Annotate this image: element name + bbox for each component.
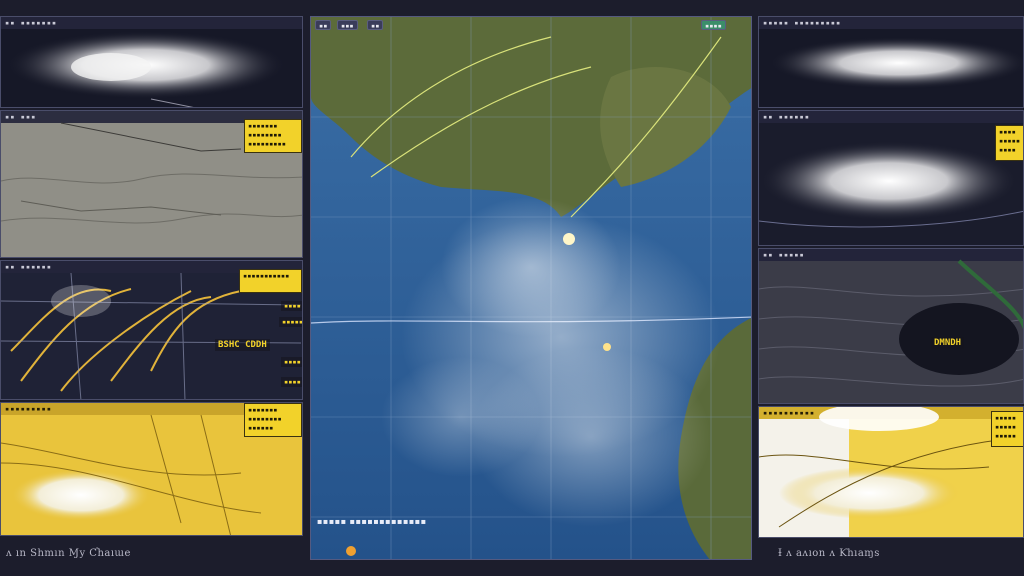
left-panel-yellow-cyclone[interactable]: ▪▪▪▪▪▪▪▪▪ ▪▪▪▪▪▪▪ ▪▪▪▪▪▪▪▪ ▪▪▪▪▪▪ xyxy=(0,402,303,536)
side-label-1: ▪▪▪▪ xyxy=(281,301,302,311)
alert-tag: ▪▪▪▪▪ ▪▪▪▪▪ ▪▪▪▪▪ xyxy=(991,411,1023,447)
storm-label: BSHC CDDH xyxy=(215,339,270,351)
right-panel-cyclone-wide[interactable]: ▪▪ ▪▪▪▪▪▪ ▪▪▪▪ ▪▪▪▪▪ ▪▪▪▪ xyxy=(758,110,1024,246)
side-label-2: ▪▪▪▪▪ xyxy=(279,317,302,327)
center-satellite-map[interactable]: ▪▪ ▪▪▪ ▪▪ ▪▪▪▪ ▪▪▪▪▪ ▪▪▪▪▪▪▪▪▪▪▪▪▪ xyxy=(310,16,752,560)
cyclone-satellite-icon xyxy=(759,407,1023,537)
warning-tag: ▪▪▪▪ ▪▪▪▪▪ ▪▪▪▪ xyxy=(995,125,1023,161)
terrain-relief xyxy=(759,259,1023,403)
right-panel-terrain-dark[interactable]: ▪▪ ▪▪▪▪▪ DMNDH xyxy=(758,248,1024,404)
alert-tag: ▪▪▪▪▪▪▪ ▪▪▪▪▪▪▪▪ ▪▪▪▪▪▪ xyxy=(244,403,302,437)
marker-icon xyxy=(346,546,356,556)
side-label-3: ▪▪▪▪ xyxy=(281,357,302,367)
cyclone-satellite-icon xyxy=(769,37,1023,89)
side-label-4: ▪▪▪▪ xyxy=(281,377,302,387)
map-chip-2[interactable]: ▪▪▪ xyxy=(337,20,358,30)
right-panel-yellow-cyclone[interactable]: ▪▪▪▪▪▪▪▪▪▪ ▪▪▪▪▪ ▪▪▪▪▪ ▪▪▪▪▪ xyxy=(758,406,1024,538)
storm-center-icon xyxy=(563,233,575,245)
left-caption: ʌ ın Shmın Ɱy Ƈhaıɯe xyxy=(6,548,131,559)
region-label: DMNDH xyxy=(931,337,965,349)
map-chip-3[interactable]: ▪▪ xyxy=(367,20,384,30)
cyclone-satellite-icon xyxy=(6,31,286,107)
storm-secondary-icon xyxy=(603,343,611,351)
map-footer-text: ▪▪▪▪▪ ▪▪▪▪▪▪▪▪▪▪▪▪▪ xyxy=(317,517,427,526)
warning-tag: ▪▪▪▪▪▪▪ ▪▪▪▪▪▪▪▪ ▪▪▪▪▪▪▪▪▪ xyxy=(244,119,302,153)
satellite-map-view xyxy=(311,17,751,559)
track-tag: ▪▪▪▪▪▪▪▪▪▪▪ xyxy=(239,269,302,293)
left-panel-terrain[interactable]: ▪▪ ▪▪▪ ▪▪▪▪▪▪▪ ▪▪▪▪▪▪▪▪ ▪▪▪▪▪▪▪▪▪ xyxy=(0,110,303,258)
map-chip-1[interactable]: ▪▪ xyxy=(315,20,332,30)
left-panel-tracks[interactable]: ▪▪ ▪▪▪▪▪▪ ▪▪▪▪▪▪▪▪▪▪▪ BSHC CDDH ▪▪▪▪ ▪▪▪… xyxy=(0,260,303,400)
left-panel-cyclone[interactable]: ▪▪ ▪▪▪▪▪▪▪ xyxy=(0,16,303,108)
right-caption: Ɨ ʌ aʌıon ʌ Ƙhıaɱs xyxy=(778,548,880,559)
right-panel-cyclone[interactable]: ▪▪▪▪▪ ▪▪▪▪▪▪▪▪▪ xyxy=(758,16,1024,108)
map-chip-4[interactable]: ▪▪▪▪ xyxy=(701,20,726,30)
cyclone-satellite-icon xyxy=(759,141,1023,228)
